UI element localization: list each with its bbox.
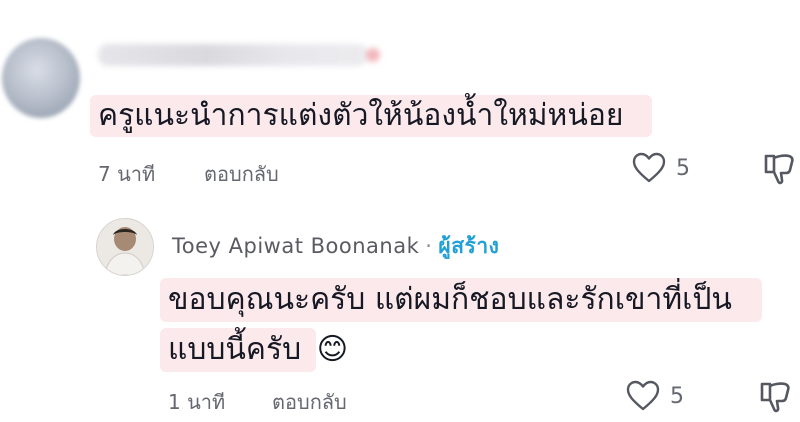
creator-username[interactable]: Toey Apiwat Boonanak (172, 234, 419, 258)
reply-timestamp: 1 นาที (168, 390, 226, 414)
comment-text: ครูแนะนำการแต่งตัวให้น้องน้ำใหม่หน่อย (98, 98, 624, 133)
comments-screen: { "comments": [ { "text": "ครูแนะนำการแต… (0, 0, 800, 422)
reply-text-line1: ขอบคุณนะครับ แต่ผมก็ชอบและรักเขาที่เป็น (168, 282, 732, 317)
reply-item: Toey Apiwat Boonanak · ผู้สร้าง ขอบคุณนะคร… (0, 200, 800, 422)
heart-icon (632, 152, 666, 183)
reply-like-button[interactable]: 5 (626, 380, 684, 412)
commenter-avatar[interactable] (2, 38, 80, 118)
reply-text-line2: แบบนี้ครับ 😊 (168, 335, 348, 365)
reply-reply-button[interactable]: ตอบกลับ (272, 386, 347, 418)
like-count: 5 (676, 155, 690, 181)
person-photo-icon (97, 219, 153, 275)
like-button[interactable]: 5 (632, 152, 690, 184)
creator-username-line: Toey Apiwat Boonanak · ผู้สร้าง (172, 230, 499, 263)
reply-button[interactable]: ตอบกลับ (204, 158, 279, 190)
commenter-username-blurred (98, 44, 380, 66)
heart-icon (626, 380, 660, 411)
thumbs-down-icon[interactable] (762, 150, 798, 186)
comment-timestamp: 7 นาที (98, 162, 156, 186)
comment-item: ครูแนะนำการแต่งตัวให้น้องน้ำใหม่หน่อย 7 … (0, 0, 800, 200)
creator-badge: ผู้สร้าง (438, 234, 500, 258)
separator-dot: · (425, 234, 433, 258)
reply-text-line2-words: แบบนี้ครับ (168, 332, 302, 367)
thumbs-down-icon[interactable] (758, 378, 794, 414)
creator-avatar[interactable] (96, 218, 154, 276)
smiling-face-emoji: 😊 (316, 332, 348, 367)
reply-like-count: 5 (670, 383, 684, 409)
